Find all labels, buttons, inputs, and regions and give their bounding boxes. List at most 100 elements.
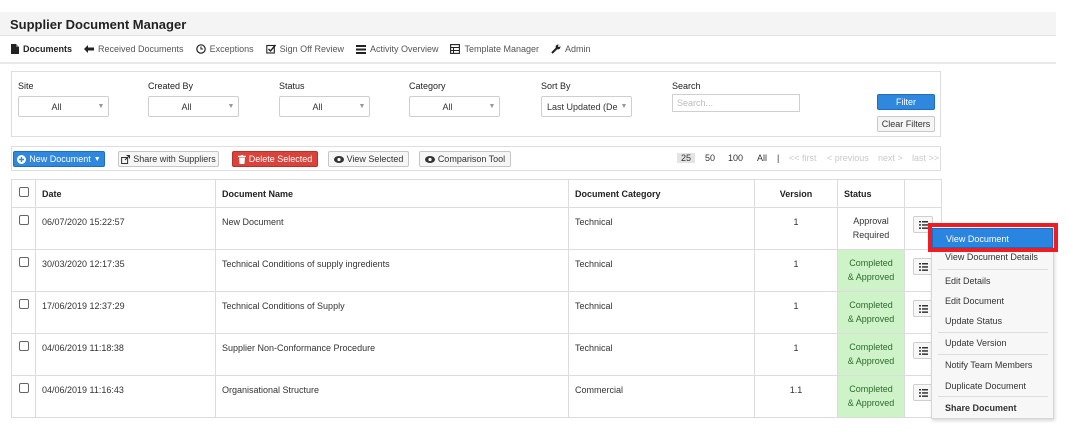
previous-page-link[interactable]: < previous [827, 153, 869, 163]
nav-admin[interactable]: Admin [551, 44, 591, 54]
row-checkbox[interactable] [18, 215, 29, 225]
date-cell: 06/07/2020 15:22:57 [35, 207, 216, 250]
category-select[interactable]: All ▼ [409, 96, 500, 117]
status-line-2: & Approved [847, 398, 895, 408]
sort-by-label: Sort By [541, 81, 571, 91]
nav-label: Exceptions [209, 44, 254, 54]
menu-item-notify-team-members[interactable]: Notify Team Members [932, 355, 1053, 375]
nav-template-manager[interactable]: Template Manager [450, 44, 539, 54]
next-page-link[interactable]: next > [878, 153, 903, 163]
arrow-left-icon [84, 45, 95, 53]
row-actions-button[interactable] [913, 258, 933, 275]
row-select-cell [11, 291, 36, 334]
nav-divider [0, 62, 1056, 64]
status-cell: Completed & Approved [837, 333, 905, 376]
page-size-50[interactable]: 50 [705, 153, 715, 163]
search-input[interactable] [672, 94, 800, 112]
page-size-100[interactable]: 100 [728, 153, 743, 163]
status-line-2: & Approved [847, 314, 895, 324]
nav-documents[interactable]: Documents [10, 44, 72, 54]
row-actions-button[interactable] [913, 342, 933, 359]
status-select[interactable]: All ▼ [279, 96, 370, 117]
status-line-1: Completed [849, 258, 893, 268]
first-page-link[interactable]: << first [789, 153, 817, 163]
document-name-cell[interactable]: Technical Conditions of supply ingredien… [215, 249, 569, 292]
menu-item-duplicate-document[interactable]: Duplicate Document [932, 376, 1053, 396]
actions-header [904, 179, 942, 208]
check-square-icon [265, 44, 276, 54]
filter-button[interactable]: Filter [877, 94, 935, 110]
version-cell: 1 [754, 249, 838, 292]
document-category-header[interactable]: Document Category [568, 179, 755, 208]
date-header[interactable]: Date [35, 179, 216, 208]
menu-item-share-document[interactable]: Share Document [932, 398, 1053, 418]
new-document-button[interactable]: New Document ▼ [13, 151, 105, 167]
select-all-checkbox[interactable] [18, 187, 29, 197]
nav-sign-off-review[interactable]: Sign Off Review [265, 44, 344, 54]
page-size-all[interactable]: All [757, 153, 767, 163]
chevron-down-icon: ▼ [488, 103, 496, 110]
row-checkbox[interactable] [18, 299, 29, 309]
status-line-1: Completed [849, 300, 893, 310]
table-header-row: Date Document Name Document Category Ver… [11, 179, 942, 208]
status-label: Status [279, 81, 305, 91]
share-label: Share with Suppliers [133, 154, 216, 164]
menu-item-update-version[interactable]: Update Version [932, 333, 1053, 353]
sort-by-select[interactable]: Last Updated (Desc ▼ [541, 96, 632, 117]
list-icon [918, 304, 928, 313]
chevron-down-icon: ▼ [97, 103, 105, 110]
row-checkbox[interactable] [18, 257, 29, 267]
document-name-cell[interactable]: New Document [215, 207, 569, 250]
document-name-cell[interactable]: Technical Conditions of Supply [215, 291, 569, 334]
document-name-cell[interactable]: Organisational Structure [215, 375, 569, 418]
table-row: 30/03/2020 12:17:35 Technical Conditions… [11, 249, 942, 292]
trash-icon [237, 154, 246, 164]
status-cell: Completed & Approved [837, 249, 905, 292]
version-header[interactable]: Version [754, 179, 838, 208]
nav-exceptions[interactable]: Exceptions [195, 44, 254, 54]
status-line-1: Completed [849, 384, 893, 394]
row-select-cell [11, 207, 36, 250]
view-selected-button[interactable]: View Selected [328, 151, 409, 167]
row-actions-button[interactable] [913, 384, 933, 401]
nav-label: Documents [23, 44, 73, 54]
last-page-link[interactable]: last >> [912, 153, 939, 163]
nav-label: Activity Overview [369, 44, 439, 54]
document-name-header[interactable]: Document Name [215, 179, 569, 208]
status-line-1: Completed [849, 342, 893, 352]
menu-item-edit-document[interactable]: Edit Document [932, 291, 1053, 311]
date-cell: 30/03/2020 12:17:35 [35, 249, 216, 292]
sort-by-select-value: Last Updated (Desc [547, 101, 617, 112]
menu-item-update-status[interactable]: Update Status [932, 311, 1053, 331]
list-icon [918, 262, 928, 271]
created-by-select[interactable]: All ▼ [148, 96, 239, 117]
site-label: Site [18, 81, 34, 91]
app-title: Supplier Document Manager [10, 17, 187, 32]
nav-label: Template Manager [464, 44, 540, 54]
row-actions-button[interactable] [913, 300, 933, 317]
eye-icon [424, 155, 435, 163]
comparison-tool-button[interactable]: Comparison Tool [419, 151, 511, 167]
menu-divider [938, 396, 1048, 397]
table-row: 04/06/2019 11:16:43 Organisational Struc… [11, 375, 942, 418]
row-select-cell [11, 333, 36, 376]
share-with-suppliers-button[interactable]: Share with Suppliers [118, 151, 219, 167]
page-size-25[interactable]: 25 [677, 153, 696, 163]
site-select-value: All [51, 101, 62, 112]
date-cell: 17/06/2019 12:37:29 [35, 291, 216, 334]
plus-circle-icon [17, 154, 27, 164]
delete-selected-button[interactable]: Delete Selected [232, 151, 318, 167]
status-select-value: All [312, 101, 323, 112]
status-header[interactable]: Status [837, 179, 905, 208]
menu-item-edit-details[interactable]: Edit Details [932, 271, 1053, 291]
clear-filters-button[interactable]: Clear Filters [877, 116, 935, 132]
row-checkbox[interactable] [18, 341, 29, 351]
document-name-cell[interactable]: Supplier Non-Conformance Procedure [215, 333, 569, 376]
site-select[interactable]: All ▼ [18, 96, 109, 117]
search-label: Search [672, 81, 701, 91]
nav-activity-overview[interactable]: Activity Overview [355, 44, 439, 54]
row-select-cell [11, 249, 36, 292]
nav-received-documents[interactable]: Received Documents [84, 44, 184, 54]
category-cell: Technical [568, 291, 755, 334]
row-checkbox[interactable] [18, 383, 29, 393]
